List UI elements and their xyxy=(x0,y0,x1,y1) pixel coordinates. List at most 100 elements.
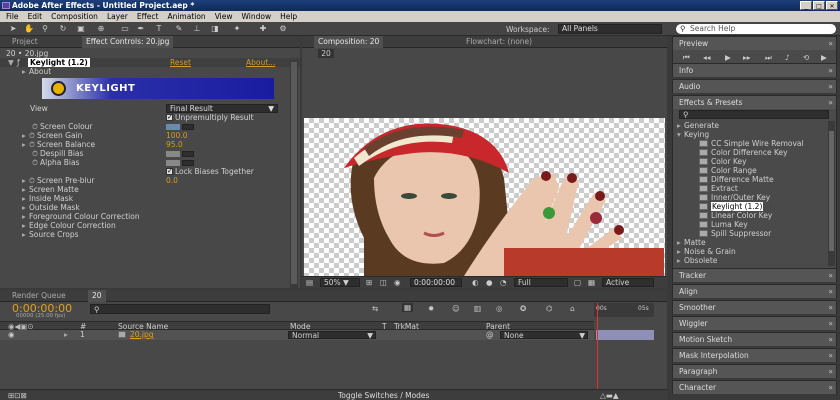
visibility-eye-icon[interactable]: ◉ xyxy=(8,330,15,339)
selection-tool-icon[interactable]: ➤ xyxy=(8,24,18,34)
menu-help[interactable]: Help xyxy=(280,11,297,22)
layer-expand-icon[interactable]: ▸ xyxy=(64,330,68,339)
current-time-indicator[interactable] xyxy=(597,303,598,391)
grid-icon[interactable]: ⊞ xyxy=(366,278,372,287)
despill-swatch[interactable] xyxy=(166,149,194,158)
draft-3d-icon[interactable]: ✹ xyxy=(428,304,434,313)
info-panel[interactable]: Info» xyxy=(672,63,837,77)
next-frame-icon[interactable]: ▸▸ xyxy=(743,53,751,62)
motion-sketch-panel[interactable]: Motion Sketch» xyxy=(672,332,837,346)
tree-effect[interactable]: CC Simple Wire Removal xyxy=(699,139,804,148)
eyedropper-icon[interactable] xyxy=(182,151,194,157)
eyedropper-icon[interactable] xyxy=(182,124,194,130)
menu-file[interactable]: File xyxy=(6,11,19,22)
pen-tool-icon[interactable]: ✒ xyxy=(136,24,146,34)
tree-effect[interactable]: Spill Suppressor xyxy=(699,229,771,238)
effects-scrollbar[interactable] xyxy=(828,121,835,266)
expand-switches-icon[interactable]: ⊞⊡⊠ xyxy=(8,391,27,400)
zoom-tool-icon[interactable]: ⚲ xyxy=(40,24,50,34)
tracker-panel[interactable]: Tracker» xyxy=(672,268,837,282)
toggle-switches-modes-button[interactable]: Toggle Switches / Modes xyxy=(338,391,429,400)
clone-stamp-tool-icon[interactable]: ⊥ xyxy=(192,24,202,34)
screen-preblur-value[interactable]: 0.0 xyxy=(166,176,178,185)
tree-folder[interactable]: ▾ Keying xyxy=(677,130,709,139)
tree-effect[interactable]: Extract xyxy=(699,184,738,193)
menu-animation[interactable]: Animation xyxy=(167,11,205,22)
show-snapshot-icon[interactable]: ● xyxy=(486,278,493,287)
tree-effect[interactable]: Luma Key xyxy=(699,220,748,229)
mask-interpolation-panel[interactable]: Mask Interpolation» xyxy=(672,348,837,362)
camera-select[interactable]: Active xyxy=(602,278,654,287)
menu-view[interactable]: View xyxy=(215,11,233,22)
rectangle-tool-icon[interactable]: ▭ xyxy=(120,24,130,34)
reset-link[interactable]: Reset xyxy=(170,58,191,67)
search-help-input[interactable]: Search Help xyxy=(676,24,836,34)
eraser-tool-icon[interactable]: ◨ xyxy=(210,24,220,34)
effects-search-input[interactable]: ⚲ xyxy=(679,110,829,119)
tab-flowchart[interactable]: Flowchart: (none) xyxy=(462,36,536,48)
hide-shy-icon[interactable]: ☺ xyxy=(452,304,460,313)
mask-icon[interactable]: ◫ xyxy=(380,278,387,287)
align-panel[interactable]: Align» xyxy=(672,284,837,298)
timeline-search-input[interactable]: ⚲ xyxy=(90,304,270,314)
tree-effect[interactable]: Color Difference Key xyxy=(699,148,788,157)
live-update-icon[interactable]: ▦ xyxy=(402,303,414,312)
about-row[interactable]: ▸ About xyxy=(22,67,51,76)
tree-effect-selected[interactable]: Keylight (1.2) xyxy=(699,202,764,211)
menu-layer[interactable]: Layer xyxy=(107,11,128,22)
eyedropper-icon[interactable] xyxy=(182,160,194,166)
effect-expand-icon[interactable]: ▼ xyxy=(8,58,14,67)
group-foreground-colour-correction[interactable]: ▸ Foreground Colour Correction xyxy=(22,212,140,221)
tree-folder[interactable]: ▸ Obsolete xyxy=(677,256,717,265)
tree-folder[interactable]: ▸ Noise & Grain xyxy=(677,247,736,256)
audio-icon[interactable]: ♪ xyxy=(785,53,790,62)
pan-behind-tool-icon[interactable]: ⊕ xyxy=(96,24,106,34)
tree-effect[interactable]: Color Range xyxy=(699,166,757,175)
transparency-grid-icon[interactable]: ▦ xyxy=(588,278,595,287)
tab-timeline-20[interactable]: 20 xyxy=(88,290,106,302)
tree-effect[interactable]: Linear Color Key xyxy=(699,211,772,220)
wiggler-panel[interactable]: Wiggler» xyxy=(672,316,837,330)
ram-preview-icon[interactable]: ▶ xyxy=(821,53,827,62)
comp-timecode[interactable]: 0:00:00:00 xyxy=(410,278,462,287)
group-inside-mask[interactable]: ▸ Inside Mask xyxy=(22,194,73,203)
screen-gain-value[interactable]: 100.0 xyxy=(166,131,187,140)
last-frame-icon[interactable]: ⏭ xyxy=(765,53,772,63)
minimize-button[interactable]: _ xyxy=(800,1,812,10)
frame-blending-icon[interactable]: ▥ xyxy=(474,304,481,313)
menu-edit[interactable]: Edit xyxy=(28,11,43,22)
rotate-tool-icon[interactable]: ↻ xyxy=(58,24,68,34)
tab-render-queue[interactable]: Render Queue xyxy=(8,290,70,302)
about-link[interactable]: About... xyxy=(246,58,275,67)
motion-blur-icon[interactable]: ◎ xyxy=(496,304,503,313)
fx-icon[interactable]: ƒ xyxy=(17,58,20,67)
lock-biases-checkbox[interactable]: Lock Biases Together xyxy=(166,167,254,176)
snapshot-icon[interactable]: ◐ xyxy=(472,278,479,287)
hand-tool-icon[interactable]: ✋ xyxy=(24,24,34,34)
tree-folder[interactable]: ▸ Matte xyxy=(677,238,706,247)
play-icon[interactable]: ▶ xyxy=(725,53,731,62)
panel-close-icon[interactable]: » xyxy=(828,37,833,50)
mode-select[interactable]: Normal ▼ xyxy=(288,331,376,339)
camera-tool-icon[interactable]: ▣ xyxy=(76,24,86,34)
workspace-select[interactable]: All Panels xyxy=(558,24,662,34)
tree-effect[interactable]: Color Key xyxy=(699,157,747,166)
parent-select[interactable]: None ▼ xyxy=(500,331,588,339)
group-source-crops[interactable]: ▸ Source Crops xyxy=(22,230,79,239)
auto-keyframe-icon[interactable]: ⌂ xyxy=(570,304,575,313)
colour-swatch[interactable] xyxy=(166,124,180,130)
group-outside-mask[interactable]: ▸ Outside Mask xyxy=(22,203,80,212)
camera-icon[interactable]: ◉ xyxy=(394,278,401,287)
tree-effect[interactable]: Difference Matte xyxy=(699,175,774,184)
menu-window[interactable]: Window xyxy=(242,11,272,22)
unpremultiply-checkbox[interactable]: Unpremultiply Result xyxy=(166,113,254,122)
tree-folder[interactable]: ▸ Generate xyxy=(677,121,719,130)
screen-balance-value[interactable]: 95.0 xyxy=(166,140,183,149)
resolution-select[interactable]: Full xyxy=(514,278,568,287)
time-ruler[interactable]: 00s 05s xyxy=(594,303,654,317)
group-edge-colour-correction[interactable]: ▸ Edge Colour Correction xyxy=(22,221,116,230)
layer-duration-bar[interactable] xyxy=(596,330,654,340)
table-row[interactable]: ◉ ▸ 1 20.jpg Normal ▼ @ None ▼ xyxy=(0,330,594,340)
parent-pickwhip-icon[interactable]: @ xyxy=(486,330,494,339)
smoother-panel[interactable]: Smoother» xyxy=(672,300,837,314)
